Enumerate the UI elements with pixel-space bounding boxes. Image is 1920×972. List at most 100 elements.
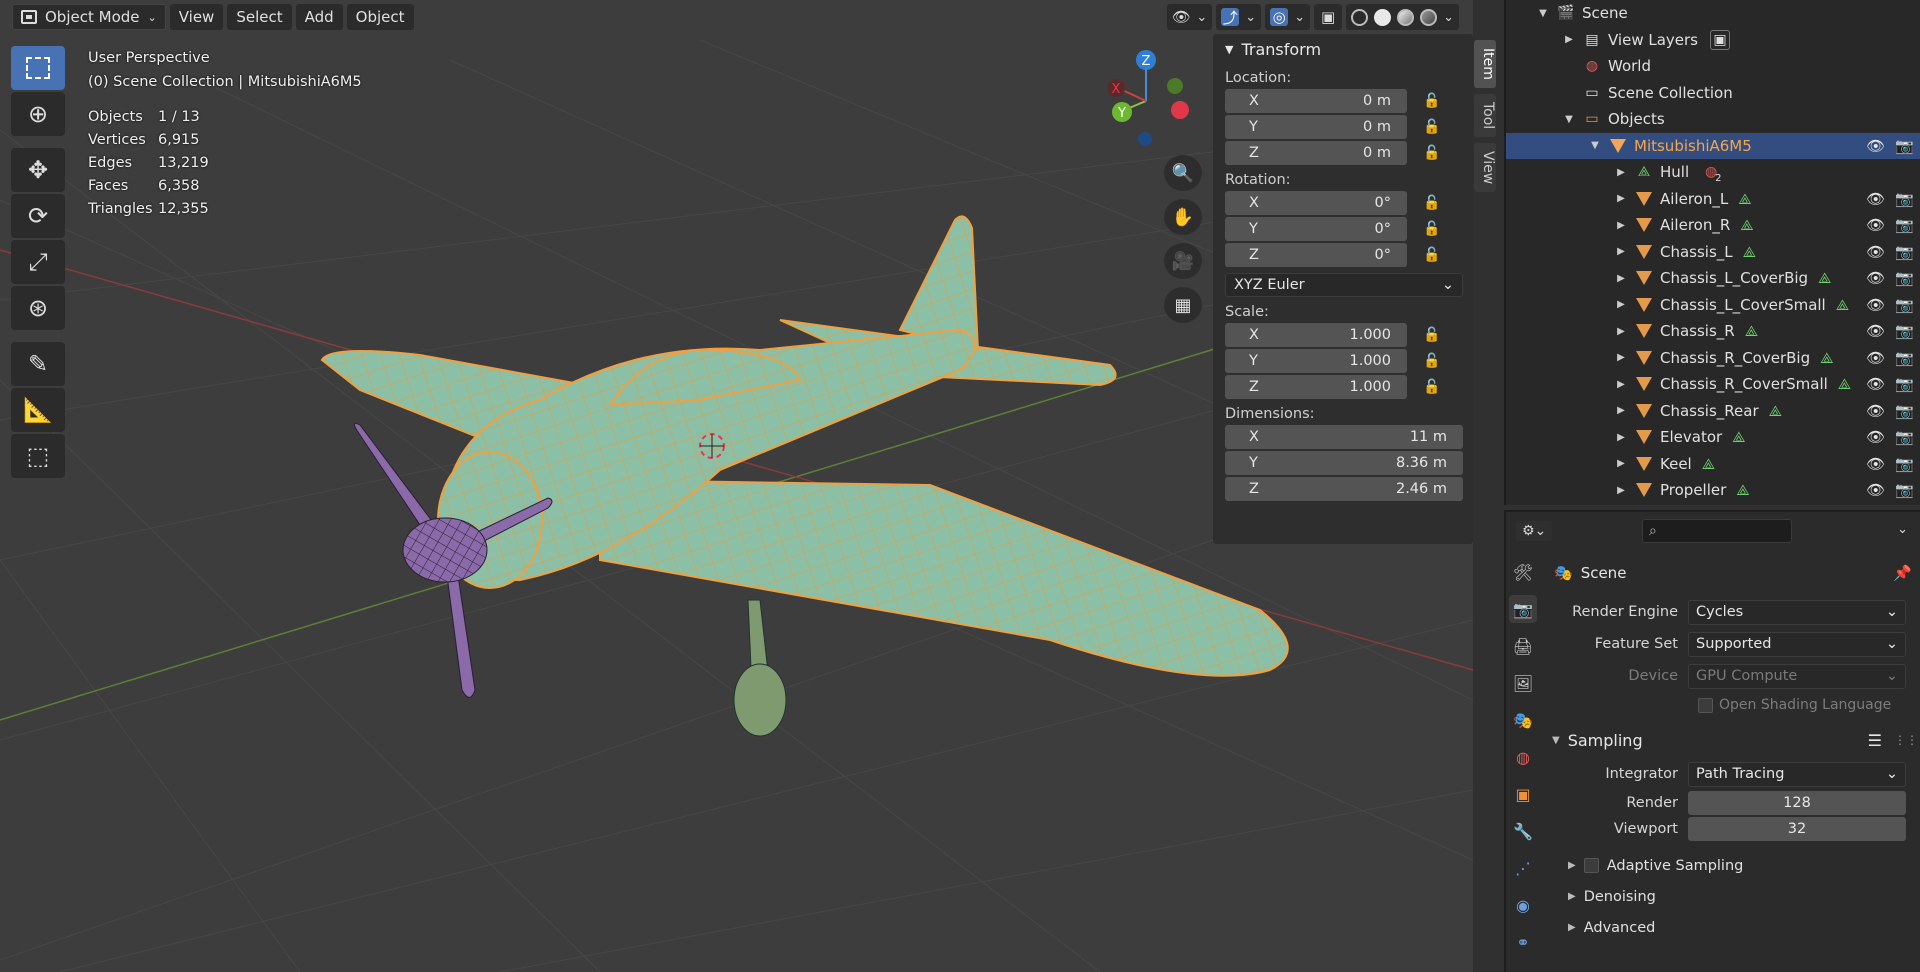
outliner-row-child[interactable]: ▶ Chassis_R_CoverBig ⟁ 👁 📷 bbox=[1506, 345, 1920, 372]
expand-arrow-icon[interactable]: ▶ bbox=[1614, 246, 1628, 257]
rotation-z-field[interactable]: Z 0° bbox=[1225, 243, 1407, 267]
render-tab[interactable]: 📷 bbox=[1509, 595, 1537, 623]
osl-checkbox[interactable] bbox=[1698, 697, 1713, 713]
expand-arrow-icon[interactable]: ▶ bbox=[1614, 220, 1628, 231]
expand-arrow-icon[interactable]: ▶ bbox=[1614, 167, 1628, 178]
eye-icon[interactable]: 👁 bbox=[1866, 402, 1885, 420]
visibility-dropdown[interactable]: 👁 ⌄ bbox=[1167, 4, 1213, 30]
expand-arrow-icon[interactable]: ▶ bbox=[1562, 34, 1576, 45]
navigation-gizmo[interactable]: Z Y X bbox=[1100, 46, 1196, 150]
eye-icon[interactable]: 👁 bbox=[1866, 243, 1885, 261]
camera-icon[interactable]: 📷 bbox=[1895, 349, 1914, 367]
outliner-row-child[interactable]: ▶ Chassis_L_CoverBig ⟁ 👁 📷 bbox=[1506, 265, 1920, 292]
camera-icon[interactable]: 📷 bbox=[1895, 243, 1914, 261]
location-z-field[interactable]: Z 0 m bbox=[1225, 141, 1407, 165]
viewport-samples-field[interactable]: 32 bbox=[1688, 817, 1906, 841]
feature-set-dropdown[interactable]: Supported ⌄ bbox=[1688, 631, 1906, 657]
outliner-row-child[interactable]: ▶ Elevator ⟁ 👁 📷 bbox=[1506, 424, 1920, 451]
expand-arrow-icon[interactable]: ▼ bbox=[1588, 140, 1602, 151]
scale-tool[interactable]: ⤢ bbox=[11, 240, 65, 284]
measure-tool[interactable]: 📐 bbox=[11, 388, 65, 432]
dimensions-y-field[interactable]: Y 8.36 m bbox=[1225, 451, 1463, 475]
material-shading-icon[interactable] bbox=[1397, 8, 1415, 26]
device-dropdown[interactable]: GPU Compute ⌄ bbox=[1688, 663, 1906, 689]
outliner-row-scene[interactable]: ▼ 🎬 Scene bbox=[1506, 0, 1920, 27]
physics-tab[interactable]: ◉ bbox=[1509, 891, 1537, 919]
transform-tool[interactable]: ⊛ bbox=[11, 286, 65, 330]
outliner-row-child[interactable]: ▶ Aileron_R ⟁ 👁 📷 bbox=[1506, 212, 1920, 239]
eye-icon[interactable]: 👁 bbox=[1866, 137, 1885, 155]
render-samples-field[interactable]: 128 bbox=[1688, 791, 1906, 815]
chevron-down-icon[interactable]: ⌄ bbox=[1443, 10, 1454, 25]
eye-icon[interactable]: 👁 bbox=[1866, 455, 1885, 473]
eye-icon[interactable]: 👁 bbox=[1866, 481, 1885, 499]
expand-arrow-icon[interactable]: ▶ bbox=[1614, 326, 1628, 337]
menu-object[interactable]: Object bbox=[346, 4, 414, 30]
drag-handle-icon[interactable]: ⋮⋮ bbox=[1894, 733, 1918, 747]
lock-icon[interactable]: 🔓 bbox=[1423, 119, 1447, 135]
gizmo-toggle[interactable]: ⤴ ⌄ bbox=[1216, 4, 1262, 30]
outliner-row-child[interactable]: ▶ Chassis_L_CoverSmall ⟁ 👁 📷 bbox=[1506, 292, 1920, 319]
lock-icon[interactable]: 🔓 bbox=[1423, 195, 1447, 211]
scale-x-field[interactable]: X 1.000 bbox=[1225, 323, 1407, 347]
render-engine-dropdown[interactable]: Cycles ⌄ bbox=[1688, 599, 1906, 625]
move-tool[interactable]: ✥ bbox=[11, 148, 65, 192]
world-tab[interactable]: ◍ bbox=[1509, 743, 1537, 771]
properties-search[interactable]: ⌕ bbox=[1642, 519, 1792, 543]
cursor-tool[interactable]: ⊕ bbox=[11, 92, 65, 136]
lock-icon[interactable]: 🔓 bbox=[1423, 353, 1447, 369]
tab-item[interactable]: Item bbox=[1474, 40, 1496, 88]
scale-y-field[interactable]: Y 1.000 bbox=[1225, 349, 1407, 373]
object-mode-dropdown[interactable]: Object Mode ⌄ bbox=[12, 4, 166, 30]
tool-tab[interactable]: 🛠 bbox=[1509, 558, 1537, 586]
sampling-section-header[interactable]: ▼ Sampling ☰ ⋮⋮ bbox=[1546, 722, 1918, 758]
eye-icon[interactable]: 👁 bbox=[1866, 428, 1885, 446]
annotate-tool[interactable]: ✎ bbox=[11, 342, 65, 386]
menu-select[interactable]: Select bbox=[227, 4, 292, 30]
outliner-row-world[interactable]: ◍ World bbox=[1506, 53, 1920, 80]
rotate-tool[interactable]: ⟳ bbox=[11, 194, 65, 238]
camera-icon[interactable]: 📷 bbox=[1895, 402, 1914, 420]
eye-icon[interactable]: 👁 bbox=[1866, 322, 1885, 340]
tab-view[interactable]: View bbox=[1474, 143, 1496, 193]
expand-arrow-icon[interactable]: ▼ bbox=[1562, 114, 1576, 125]
tab-tool[interactable]: Tool bbox=[1474, 93, 1496, 138]
adaptive-sampling-subpanel[interactable]: ▶ Adaptive Sampling bbox=[1546, 850, 1918, 881]
rotation-mode-dropdown[interactable]: XYZ Euler ⌄ bbox=[1225, 273, 1463, 297]
expand-arrow-icon[interactable]: ▶ bbox=[1614, 299, 1628, 310]
eye-icon[interactable]: 👁 bbox=[1866, 375, 1885, 393]
integrator-dropdown[interactable]: Path Tracing ⌄ bbox=[1688, 761, 1906, 787]
camera-icon[interactable]: 📷 bbox=[1895, 455, 1914, 473]
camera-icon[interactable]: 📷 bbox=[1895, 322, 1914, 340]
outliner-row-view-layers[interactable]: ▶ ▤ View Layers ▣ bbox=[1506, 27, 1920, 54]
outliner-row-child[interactable]: ▶ Keel ⟁ 👁 📷 bbox=[1506, 451, 1920, 478]
camera-view-button[interactable]: 🎥 bbox=[1164, 243, 1202, 279]
expand-arrow-icon[interactable]: ▶ bbox=[1614, 485, 1628, 496]
expand-arrow-icon[interactable]: ▶ bbox=[1614, 352, 1628, 363]
advanced-subpanel[interactable]: ▶ Advanced bbox=[1546, 912, 1918, 943]
outliner-row-child[interactable]: ▶ Aileron_L ⟁ 👁 📷 bbox=[1506, 186, 1920, 213]
lock-icon[interactable]: 🔓 bbox=[1423, 221, 1447, 237]
shading-modes[interactable]: ⌄ bbox=[1346, 4, 1459, 30]
menu-add[interactable]: Add bbox=[295, 4, 343, 30]
lock-icon[interactable]: 🔓 bbox=[1423, 145, 1447, 161]
view-layer-tab[interactable]: 🖼 bbox=[1509, 669, 1537, 697]
camera-icon[interactable]: 📷 bbox=[1895, 216, 1914, 234]
eye-icon[interactable]: 👁 bbox=[1866, 269, 1885, 287]
location-x-field[interactable]: X 0 m bbox=[1225, 89, 1407, 113]
expand-arrow-icon[interactable]: ▶ bbox=[1614, 379, 1628, 390]
expand-arrow-icon[interactable]: ▶ bbox=[1614, 405, 1628, 416]
outliner-row-objects[interactable]: ▼ ▭ Objects bbox=[1506, 106, 1920, 133]
camera-icon[interactable]: 📷 bbox=[1895, 137, 1914, 155]
zoom-button[interactable]: 🔍 bbox=[1164, 155, 1202, 191]
modifier-tab[interactable]: 🔧 bbox=[1509, 817, 1537, 845]
eye-icon[interactable]: 👁 bbox=[1866, 349, 1885, 367]
solid-shading-icon[interactable] bbox=[1374, 8, 1392, 26]
ortho-toggle-button[interactable]: ▦ bbox=[1164, 287, 1202, 323]
pan-button[interactable]: ✋ bbox=[1164, 199, 1202, 235]
expand-arrow-icon[interactable]: ▶ bbox=[1614, 458, 1628, 469]
camera-icon[interactable]: 📷 bbox=[1895, 296, 1914, 314]
eye-icon[interactable]: 👁 bbox=[1866, 216, 1885, 234]
rotation-y-field[interactable]: Y 0° bbox=[1225, 217, 1407, 241]
camera-icon[interactable]: 📷 bbox=[1895, 481, 1914, 499]
